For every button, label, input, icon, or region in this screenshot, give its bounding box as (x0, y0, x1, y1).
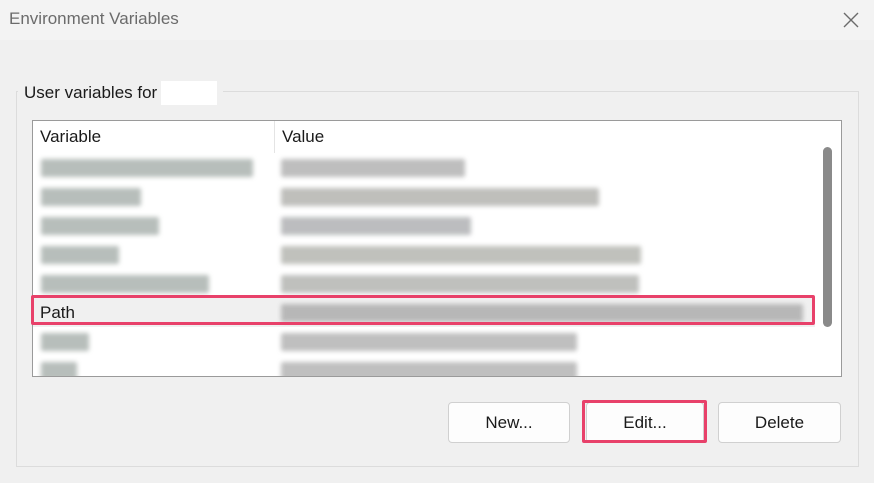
table-row[interactable] (33, 269, 815, 298)
table-row[interactable] (33, 356, 815, 376)
user-variables-list[interactable]: Variable Value Path (32, 120, 842, 377)
new-button[interactable]: New... (448, 402, 570, 443)
redacted-value (281, 246, 641, 264)
column-header-value[interactable]: Value (275, 121, 815, 153)
redacted-variable (41, 333, 89, 351)
redacted-value (281, 159, 465, 177)
list-header: Variable Value (33, 121, 815, 153)
window-title: Environment Variables (9, 9, 179, 28)
column-header-variable[interactable]: Variable (33, 121, 275, 153)
close-button[interactable] (828, 0, 874, 40)
redacted-username (161, 81, 218, 105)
table-row[interactable] (33, 153, 815, 182)
edit-button-highlight (582, 400, 707, 443)
table-row[interactable] (33, 327, 815, 356)
redacted-value (281, 217, 471, 235)
close-icon (843, 12, 859, 28)
redacted-variable (41, 188, 141, 206)
redacted-variable (41, 217, 159, 235)
redacted-value (281, 188, 599, 206)
scrollbar-thumb[interactable] (823, 147, 832, 327)
redacted-variable (41, 362, 77, 376)
table-row[interactable] (33, 182, 815, 211)
path-row-highlight (31, 295, 815, 325)
redacted-variable (41, 246, 119, 264)
redacted-value (281, 362, 577, 376)
table-row[interactable] (33, 240, 815, 269)
table-row[interactable] (33, 211, 815, 240)
redacted-variable (41, 275, 209, 293)
title-bar: Environment Variables (0, 0, 874, 40)
vertical-scrollbar[interactable] (815, 121, 841, 376)
redacted-value (281, 275, 639, 293)
user-variables-label: User variables for (24, 83, 158, 102)
redacted-variable (41, 159, 253, 177)
redacted-value (281, 333, 577, 351)
user-variables-legend: User variables for (18, 80, 224, 106)
delete-button[interactable]: Delete (718, 402, 841, 443)
